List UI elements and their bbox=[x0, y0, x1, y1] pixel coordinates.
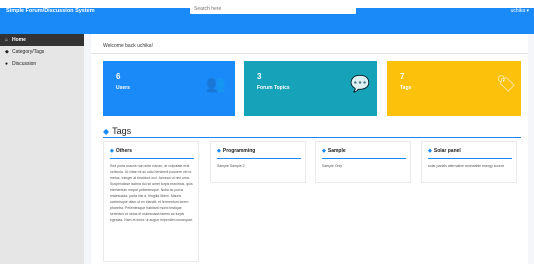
tags-heading-label: Tags bbox=[112, 126, 132, 136]
tag-name: Programming bbox=[222, 148, 256, 154]
tags-icon: 🏷 bbox=[496, 76, 517, 93]
tag-card-others[interactable]: ◆ Others Sed porta mauris non ante rutru… bbox=[103, 141, 199, 262]
tags-count: 7 bbox=[400, 72, 405, 81]
tag-name: Solar panel bbox=[433, 148, 461, 154]
tag-card-title[interactable]: ◆ Solar panel bbox=[428, 148, 461, 154]
tag-icon: ◆ bbox=[5, 49, 9, 55]
tag-name: Others bbox=[115, 148, 132, 154]
tag-card-sample[interactable]: ◆ Sample Sample Only bbox=[315, 141, 411, 183]
topics-label: Forum Topics bbox=[257, 85, 290, 91]
tags-stat-card[interactable]: 7 Tags 🏷 bbox=[387, 61, 521, 116]
main-content: Welcome back uchika! 6 Users 👥 3 Forum T… bbox=[91, 34, 528, 264]
tag-card-rule bbox=[428, 158, 512, 159]
tags-label: Tags bbox=[400, 85, 412, 91]
tag-card-title[interactable]: ◆ Others bbox=[110, 148, 132, 154]
welcome-message: Welcome back uchika! bbox=[103, 43, 153, 49]
home-icon: ⌂ bbox=[5, 37, 9, 43]
comments-icon: ● bbox=[5, 61, 9, 67]
app-brand[interactable]: Simple Forum/Discussion System bbox=[6, 8, 95, 14]
tag-card-solar-panel[interactable]: ◆ Solar panel solar panels alternative r… bbox=[421, 141, 517, 183]
users-stat-card[interactable]: 6 Users 👥 bbox=[103, 61, 235, 116]
tags-rule bbox=[103, 137, 521, 138]
tags-section-heading: ◆ Tags bbox=[103, 126, 131, 136]
tag-icon: ◆ bbox=[217, 148, 221, 154]
tag-name: Sample bbox=[327, 148, 346, 154]
tag-card-title[interactable]: ◆ Sample bbox=[322, 148, 346, 154]
top-navbar: Simple Forum/Discussion System uchika ▾ bbox=[0, 0, 534, 34]
comments-icon: 💬 bbox=[350, 76, 370, 93]
sidebar-item-label: Category/Tags bbox=[12, 49, 45, 55]
tag-card-programming[interactable]: ◆ Programming Sample Sample 2 bbox=[210, 141, 306, 183]
forum-topics-stat-card[interactable]: 3 Forum Topics 💬 bbox=[244, 61, 377, 116]
search-input[interactable] bbox=[190, 4, 356, 14]
sidebar-item-category-tags[interactable]: ◆ Category/Tags bbox=[0, 46, 84, 58]
tag-card-rule bbox=[110, 158, 194, 159]
sidebar-item-discussion[interactable]: ● Discussion bbox=[0, 58, 84, 70]
sidebar-item-home[interactable]: ⌂ Home bbox=[0, 34, 84, 46]
users-icon: 👥 bbox=[206, 76, 226, 93]
divider bbox=[91, 53, 528, 54]
sidebar-item-label: Discussion bbox=[12, 61, 37, 67]
tag-description: Sample Sample 2 bbox=[217, 164, 245, 168]
user-menu[interactable]: uchika ▾ bbox=[511, 8, 529, 14]
tag-card-title[interactable]: ◆ Programming bbox=[217, 148, 255, 154]
topics-count: 3 bbox=[257, 72, 262, 81]
tag-card-rule bbox=[322, 158, 406, 159]
tag-icon: ◆ bbox=[428, 148, 432, 154]
tag-description: Sed porta mauris non ante rutrum, at vul… bbox=[110, 164, 193, 222]
sidebar: ⌂ Home ◆ Category/Tags ● Discussion bbox=[0, 34, 84, 264]
tag-card-rule bbox=[217, 158, 301, 159]
tag-description: solar panels alternative renewable energ… bbox=[428, 164, 505, 168]
users-count: 6 bbox=[116, 72, 121, 81]
tag-description: Sample Only bbox=[322, 164, 343, 168]
tag-icon: ◆ bbox=[322, 148, 326, 154]
tags-icon: ◆ bbox=[103, 126, 110, 136]
tag-icon: ◆ bbox=[110, 148, 114, 154]
sidebar-item-label: Home bbox=[12, 37, 26, 43]
users-label: Users bbox=[116, 85, 130, 91]
